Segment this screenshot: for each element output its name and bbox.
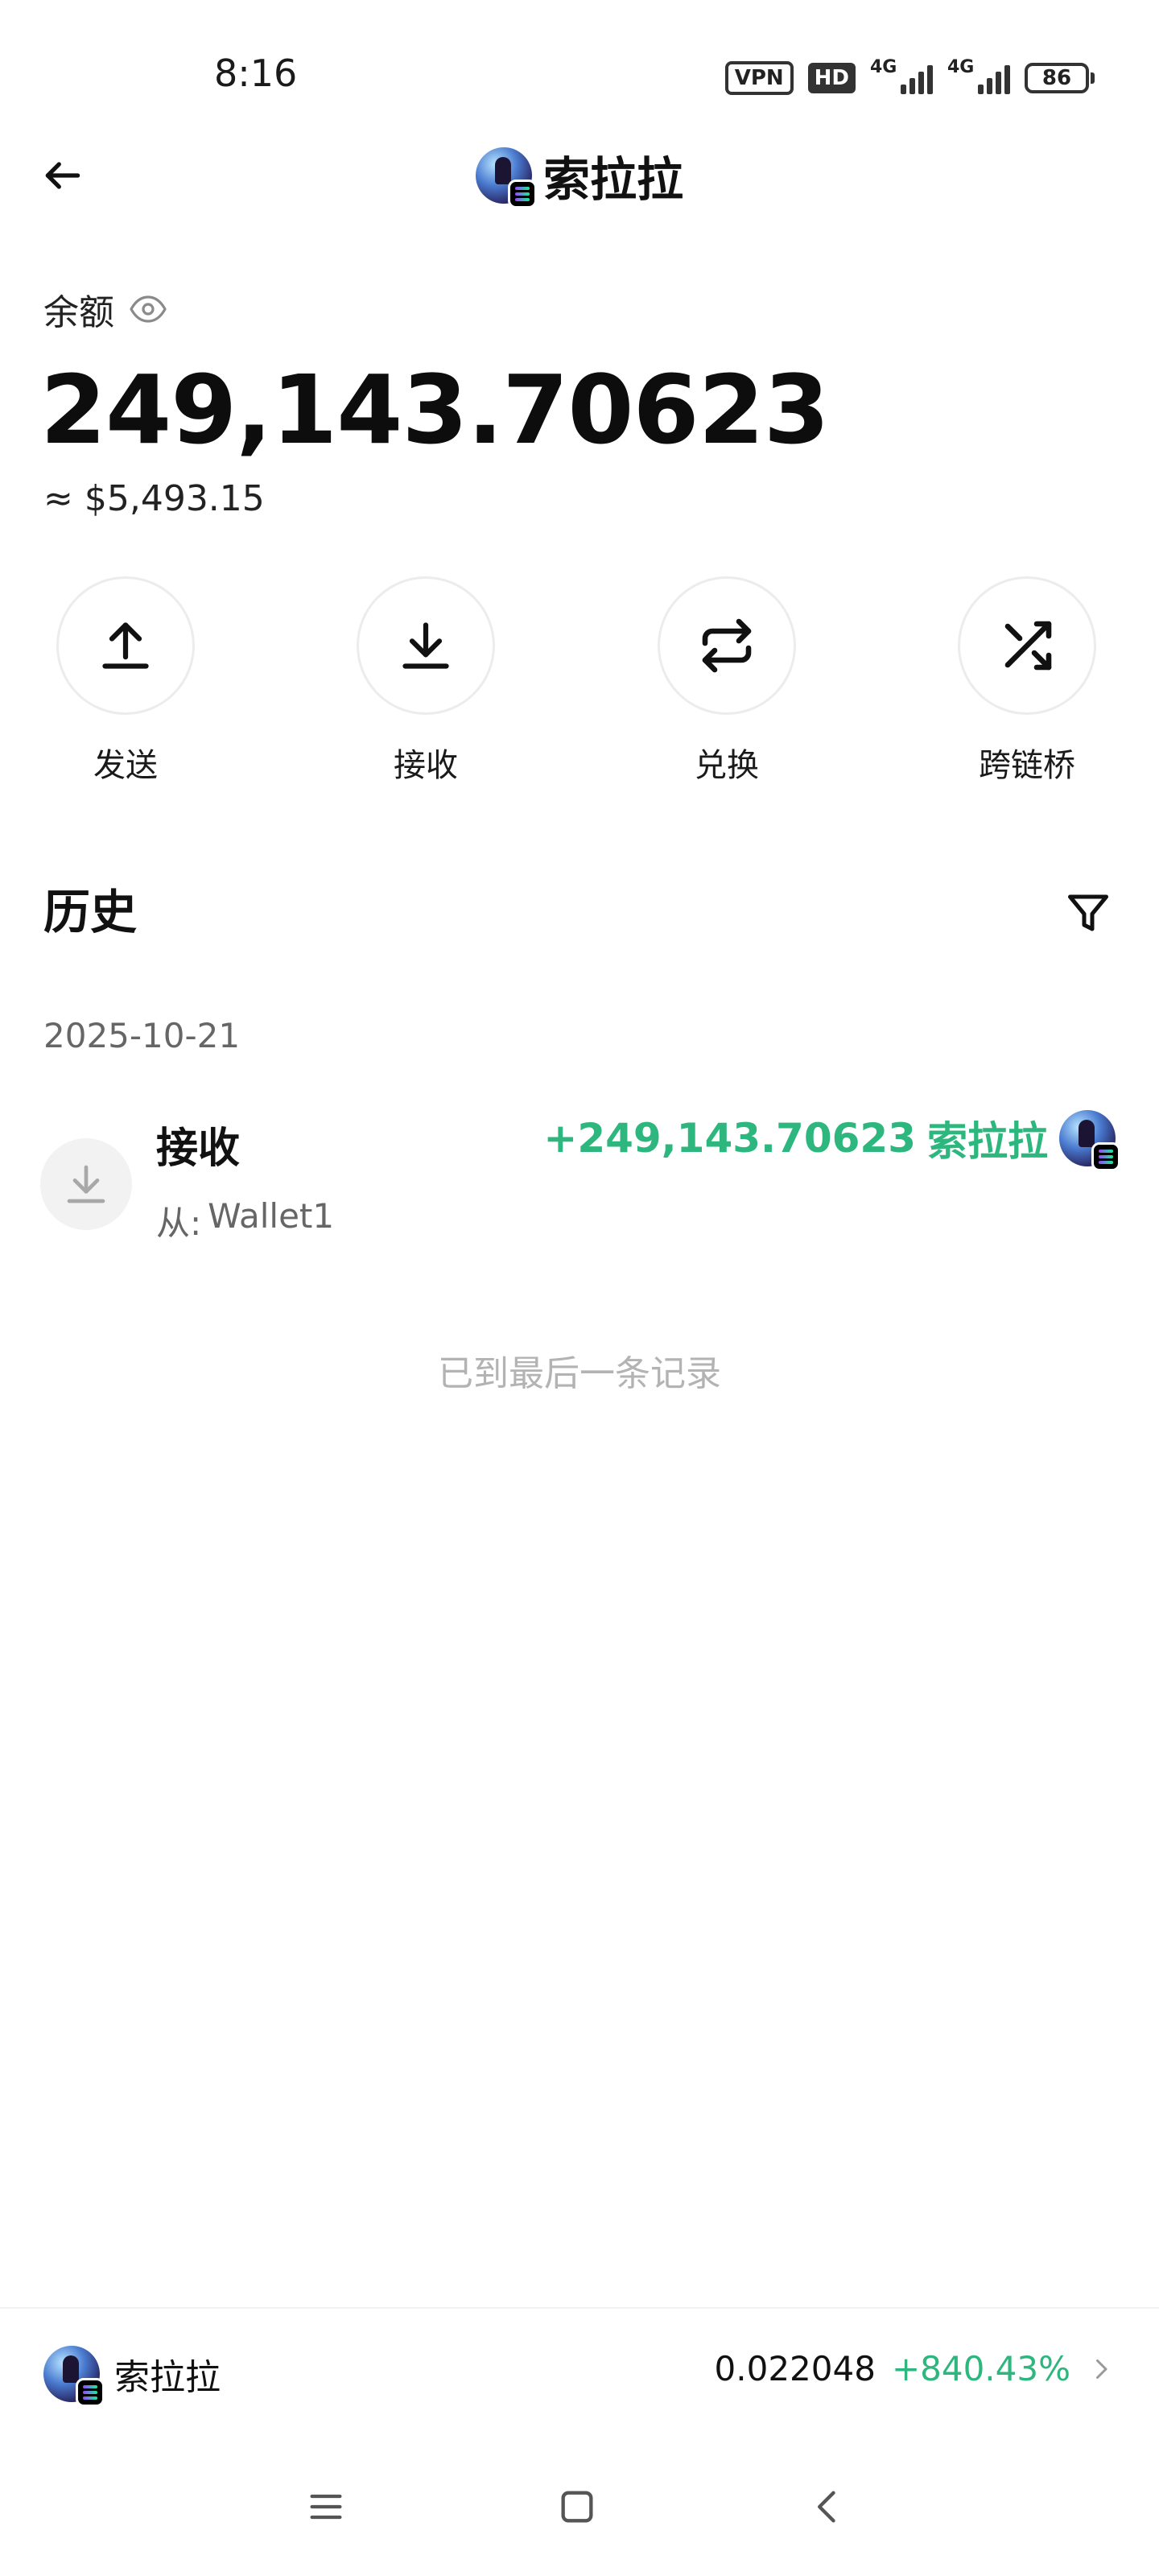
battery-icon: 86	[1025, 63, 1095, 93]
token-avatar	[475, 147, 537, 208]
signal-icon-2: 4G	[947, 57, 1010, 94]
system-nav-bar	[0, 2436, 1159, 2576]
receive-label: 接收	[394, 747, 458, 784]
header: 索拉拉	[0, 142, 1159, 209]
page-title: 索拉拉	[542, 152, 683, 207]
bottom-token-name: 索拉拉	[114, 2357, 221, 2398]
chevron-right-icon	[1096, 2359, 1107, 2379]
transaction-from-value: Wallet1	[208, 1196, 335, 1236]
transaction-row[interactable]: 接收 从: Wallet1 +249,143.70623 索拉拉	[0, 1103, 1159, 1264]
status-time: 8:16	[214, 52, 298, 95]
history-date: 2025-10-21	[43, 1016, 241, 1055]
repeat-icon	[702, 618, 752, 673]
swap-button-circle[interactable]	[658, 576, 796, 715]
status-icons: VPN HD 4G 4G 86	[724, 57, 1095, 95]
balance-amount: 249,143.70623	[40, 354, 830, 465]
transaction-from: 从: Wallet1	[156, 1196, 334, 1245]
home-nav-button[interactable]	[541, 2475, 613, 2539]
vpn-badge: VPN	[724, 61, 794, 95]
menu-icon	[310, 2494, 342, 2520]
bridge-button[interactable]: 跨链桥	[938, 576, 1116, 786]
bridge-button-circle[interactable]	[958, 576, 1096, 715]
balance-label-row: 余额	[43, 283, 167, 335]
shuffle-icon	[1004, 621, 1052, 671]
token-avatar	[1059, 1110, 1120, 1171]
receive-button[interactable]: 接收	[337, 576, 514, 786]
battery-level: 86	[1025, 63, 1089, 93]
token-price: 0.022048	[714, 2349, 876, 2388]
chevron-left-icon	[818, 2491, 835, 2523]
transaction-from-label: 从:	[156, 1203, 202, 1243]
upload-icon	[102, 622, 149, 669]
balance-usd-value: ≈ $5,493.15	[43, 478, 265, 519]
token-avatar	[43, 2346, 105, 2407]
download-icon	[67, 1165, 105, 1203]
end-of-list-text: 已到最后一条记录	[438, 1353, 721, 1394]
network-type-label: 4G	[870, 57, 897, 77]
history-title: 历史	[43, 885, 138, 939]
menu-nav-button[interactable]	[290, 2475, 362, 2539]
bottom-price-group: 0.022048 +840.43%	[715, 2349, 1116, 2388]
send-button-circle[interactable]	[56, 576, 195, 715]
hd-badge: HD	[807, 63, 856, 93]
transaction-type: 接收	[156, 1125, 241, 1173]
filter-button[interactable]	[1059, 884, 1117, 942]
balance-label: 余额	[43, 292, 114, 333]
solana-badge-icon	[1091, 1142, 1120, 1171]
status-bar: 8:16 VPN HD 4G 4G 86	[0, 0, 1159, 158]
filter-icon	[1068, 894, 1108, 931]
send-button[interactable]: 发送	[37, 576, 214, 786]
bottom-token: 索拉拉	[43, 2346, 221, 2407]
transaction-amount-group: +249,143.70623 索拉拉	[543, 1109, 1120, 1171]
receive-button-circle[interactable]	[357, 576, 495, 715]
solana-badge-icon	[76, 2378, 105, 2407]
swap-label: 兑换	[695, 747, 759, 784]
token-detail-page: 8:16 VPN HD 4G 4G 86 索拉拉 余额 249,143.7062…	[0, 0, 1159, 2576]
network-type-label-2: 4G	[947, 57, 975, 77]
bridge-label: 跨链桥	[979, 747, 1075, 784]
send-label: 发送	[93, 747, 158, 784]
square-icon	[561, 2491, 593, 2523]
solana-badge-icon	[507, 180, 537, 208]
swap-button[interactable]: 兑换	[638, 576, 815, 786]
transaction-icon	[40, 1138, 132, 1230]
eye-icon[interactable]	[129, 290, 167, 328]
back-nav-button[interactable]	[792, 2475, 864, 2539]
download-icon	[402, 622, 449, 669]
transaction-symbol: 索拉拉	[927, 1118, 1048, 1165]
token-price-bar[interactable]: 索拉拉 0.022048 +840.43%	[0, 2307, 1159, 2436]
price-change: +840.43%	[891, 2349, 1070, 2388]
transaction-amount: +249,143.70623	[543, 1115, 916, 1162]
signal-icon: 4G	[870, 57, 933, 94]
